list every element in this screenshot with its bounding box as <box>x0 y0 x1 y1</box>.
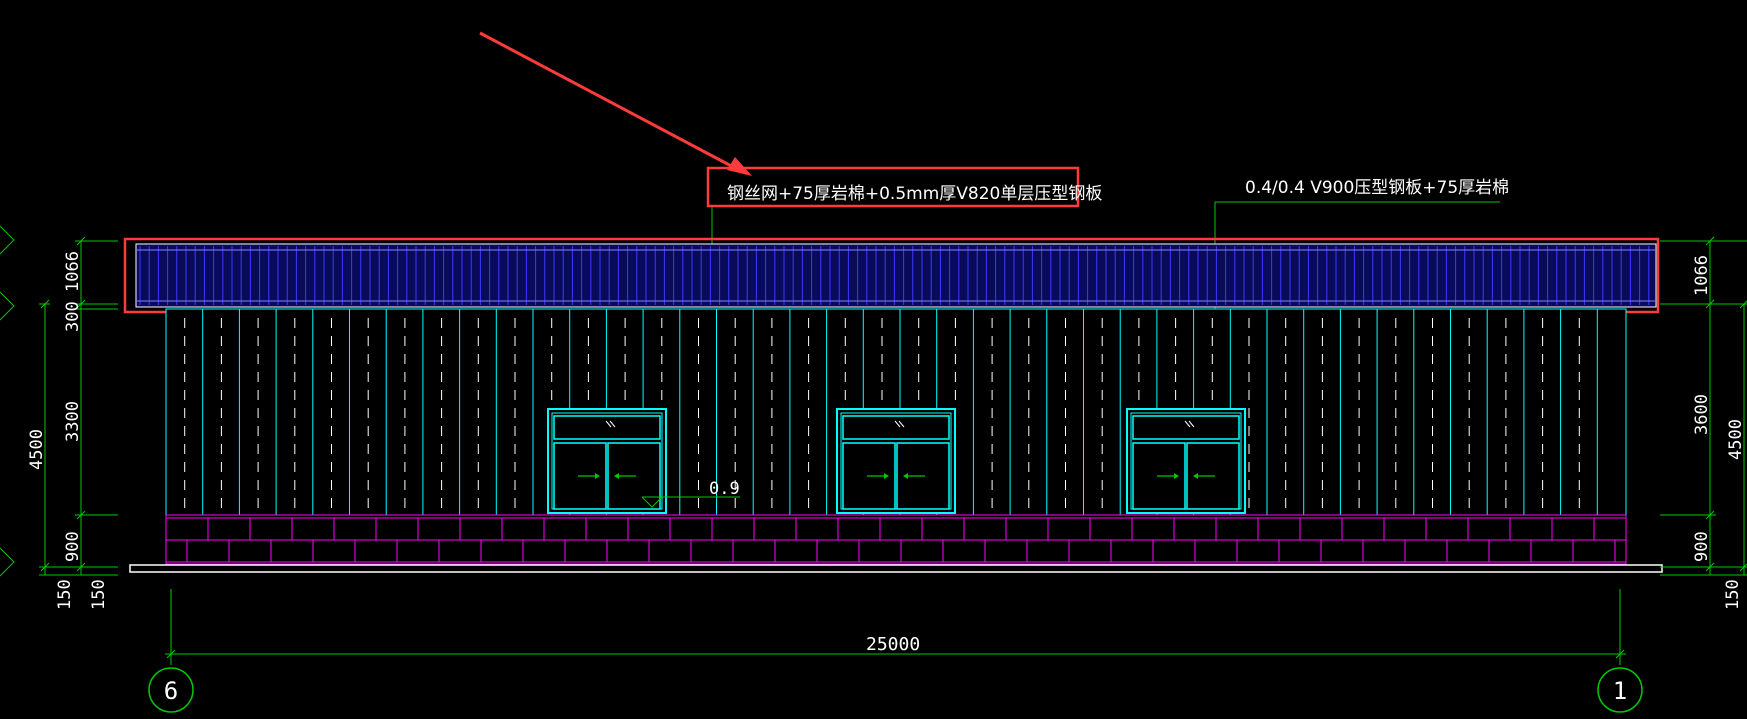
dim-overall-width: 25000 <box>866 634 920 655</box>
brick-base <box>165 514 1627 565</box>
roof-fascia <box>135 243 1657 308</box>
dim-left-3300: 3300 <box>63 401 83 442</box>
axis-label-right: 1 <box>1613 677 1627 705</box>
dim-left-900: 900 <box>63 531 83 562</box>
window-frame <box>836 408 956 514</box>
axis-label-left: 6 <box>164 677 178 705</box>
roof-note: 钢丝网+75厚岩棉+0.5mm厚V820单层压型钢板 <box>727 184 1102 204</box>
wall-note: 0.4/0.4 V900压型钢板+75厚岩棉 <box>1245 178 1509 198</box>
dim-left-150b: 150 <box>89 579 109 610</box>
dim-right-3600: 3600 <box>1692 394 1712 435</box>
dim-left-4500: 4500 <box>27 429 47 470</box>
elevation-drawing: 钢丝网+75厚岩棉+0.5mm厚V820单层压型钢板 0.4/0.4 V900压… <box>0 0 1747 719</box>
window-frame <box>1126 408 1246 514</box>
ground-slab <box>129 564 1663 573</box>
dim-right-900: 900 <box>1692 531 1712 562</box>
window-3 <box>1126 408 1246 514</box>
dim-left-150a: 150 <box>55 579 75 610</box>
dim-left-300: 300 <box>63 301 83 332</box>
dim-right-150: 150 <box>1723 579 1743 610</box>
threshold-label: 0.9 <box>709 479 740 499</box>
dim-right-1066: 1066 <box>1692 255 1712 296</box>
dim-left-1066: 1066 <box>63 251 83 292</box>
window-2 <box>836 408 956 514</box>
dim-right-4500: 4500 <box>1726 419 1746 460</box>
